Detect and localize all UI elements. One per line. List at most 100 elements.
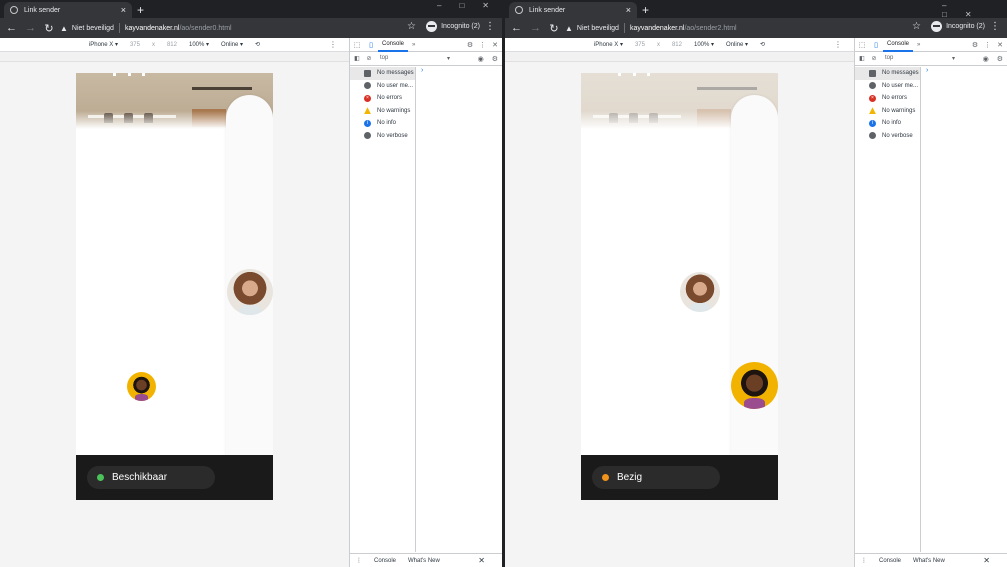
sidebar-item-label: No warnings (377, 107, 411, 114)
drawer-tab-console[interactable]: Console (879, 558, 901, 564)
zoom-select[interactable]: 100% ▾ (694, 41, 714, 48)
devtools-menu-icon[interactable]: ⋮ (984, 41, 991, 49)
throttle-select[interactable]: Online ▾ (726, 41, 748, 48)
new-tab-button[interactable]: + (137, 3, 144, 17)
contact-avatar-man[interactable] (127, 372, 156, 401)
new-tab-button[interactable]: + (642, 3, 649, 17)
lamp-shape (618, 73, 621, 76)
sidebar-item-messages[interactable]: No messages (855, 67, 920, 80)
sidebar-item-label: No user me... (377, 82, 414, 89)
height-input[interactable]: 812 (672, 42, 682, 48)
clear-console-icon[interactable]: ⊘ (869, 55, 879, 62)
tab-console[interactable]: Console (378, 38, 409, 52)
drawer-tab-whats-new[interactable]: What's New (913, 558, 945, 564)
tab-title: Link sender (529, 6, 566, 14)
console-settings-icon[interactable]: ⚙ (997, 55, 1003, 63)
eye-icon[interactable]: ◉ (478, 55, 484, 63)
close-tab-icon[interactable]: × (626, 5, 631, 15)
eye-icon[interactable]: ◉ (983, 55, 989, 63)
context-select[interactable]: top ▾ (885, 55, 955, 62)
star-icon[interactable]: ☆ (912, 21, 921, 32)
close-devtools-icon[interactable]: ✕ (492, 41, 498, 49)
status-button[interactable]: Bezig (592, 466, 720, 489)
warning-triangle-icon: ▲ (60, 23, 68, 33)
menu-icon[interactable]: ⋮ (990, 21, 1000, 32)
browser-tab[interactable]: Link sender × (4, 2, 132, 18)
menu-icon[interactable]: ⋮ (485, 21, 495, 32)
device-mode-icon[interactable]: ▯ (364, 41, 378, 49)
incognito-icon (931, 21, 943, 32)
more-tabs-button[interactable]: » (412, 42, 415, 48)
verbose-icon (364, 132, 371, 140)
drawer-menu-icon[interactable]: ⋮ (861, 557, 867, 564)
reload-icon[interactable]: ↻ (549, 22, 559, 35)
sidebar-item-verbose[interactable]: No verbose (855, 130, 920, 143)
drawer-tab-whats-new[interactable]: What's New (408, 558, 440, 564)
sidebar-item-user[interactable]: No user me... (350, 80, 415, 93)
sidebar-toggle-icon[interactable]: ◧ (350, 55, 364, 62)
reload-icon[interactable]: ↻ (44, 22, 54, 35)
drawer-menu-icon[interactable]: ⋮ (356, 557, 362, 564)
height-input[interactable]: 812 (167, 42, 177, 48)
width-input[interactable]: 375 (130, 42, 140, 48)
forward-icon[interactable]: → (25, 22, 36, 34)
context-select[interactable]: top ▾ (380, 55, 450, 62)
sidebar-item-warnings[interactable]: No warnings (350, 105, 415, 118)
url-path: /ao/sender0.html (179, 24, 232, 32)
back-icon[interactable]: ← (6, 22, 17, 34)
console-toolbar: ◧ ⊘ top ▾ ◉ ⚙ (350, 52, 502, 66)
console-settings-icon[interactable]: ⚙ (492, 55, 498, 63)
browser-tab[interactable]: Link sender × (509, 2, 637, 18)
inspect-icon[interactable]: ⬚ (350, 41, 364, 49)
width-input[interactable]: 375 (635, 42, 645, 48)
throttle-select[interactable]: Online ▾ (221, 41, 243, 48)
contact-avatar-woman[interactable] (227, 269, 273, 315)
sidebar-item-verbose[interactable]: No verbose (350, 130, 415, 143)
inspect-icon[interactable]: ⬚ (855, 41, 869, 49)
back-icon[interactable]: ← (511, 22, 522, 34)
incognito-button[interactable]: Incognito (2) (426, 21, 480, 32)
rotate-icon[interactable]: ⟲ (760, 41, 765, 48)
device-select[interactable]: iPhone X ▾ (594, 41, 623, 48)
divider (623, 23, 625, 33)
close-drawer-icon[interactable]: ✕ (478, 556, 485, 565)
window-controls[interactable]: –□✕ (942, 1, 1007, 19)
devtools-menu-icon[interactable]: ⋮ (479, 41, 486, 49)
console-prompt-icon[interactable]: › (421, 67, 423, 74)
sidebar-item-errors[interactable]: × No errors (350, 92, 415, 105)
window-controls[interactable]: –□✕ (437, 1, 507, 10)
zoom-select[interactable]: 100% ▾ (189, 41, 209, 48)
close-drawer-icon[interactable]: ✕ (983, 556, 990, 565)
sidebar-item-label: No errors (377, 95, 403, 102)
sidebar-item-errors[interactable]: × No errors (855, 92, 920, 105)
sidebar-item-messages[interactable]: No messages (350, 67, 415, 80)
device-mode-icon[interactable]: ▯ (869, 41, 883, 49)
close-tab-icon[interactable]: × (121, 5, 126, 15)
sidebar-item-user[interactable]: No user me... (855, 80, 920, 93)
sidebar-item-info[interactable]: i No info (855, 117, 920, 130)
rotate-icon[interactable]: ⟲ (255, 41, 260, 48)
more-tabs-button[interactable]: » (917, 42, 920, 48)
sidebar-item-warnings[interactable]: No warnings (855, 105, 920, 118)
device-menu-icon[interactable]: ⋮ (834, 40, 842, 49)
address-bar[interactable]: ▲ Niet beveiligd kayvandenaker.nl /ao/se… (565, 20, 897, 36)
tab-console[interactable]: Console (883, 38, 914, 52)
settings-icon[interactable]: ⚙ (467, 41, 473, 49)
forward-icon[interactable]: → (530, 22, 541, 34)
contact-avatar-man[interactable] (731, 362, 778, 409)
close-devtools-icon[interactable]: ✕ (997, 41, 1003, 49)
address-bar[interactable]: ▲ Niet beveiligd kayvandenaker.nl /ao/se… (60, 20, 392, 36)
sidebar-item-info[interactable]: i No info (350, 117, 415, 130)
status-button[interactable]: Beschikbaar (87, 466, 215, 489)
device-menu-icon[interactable]: ⋮ (329, 40, 337, 49)
settings-icon[interactable]: ⚙ (972, 41, 978, 49)
sidebar-toggle-icon[interactable]: ◧ (855, 55, 869, 62)
contact-avatar-woman[interactable] (680, 272, 720, 312)
clear-console-icon[interactable]: ⊘ (364, 55, 374, 62)
incognito-button[interactable]: Incognito (2) (931, 21, 985, 32)
drawer-tab-console[interactable]: Console (374, 558, 396, 564)
device-select[interactable]: iPhone X ▾ (89, 41, 118, 48)
star-icon[interactable]: ☆ (407, 21, 416, 32)
console-prompt-icon[interactable]: › (926, 67, 928, 74)
list-icon (364, 69, 371, 77)
